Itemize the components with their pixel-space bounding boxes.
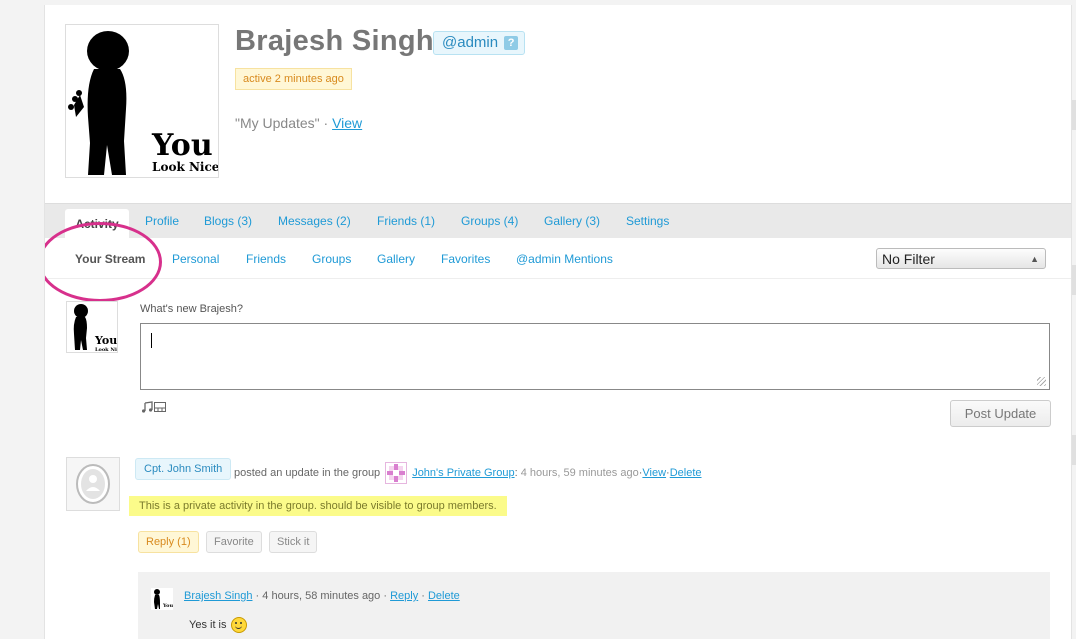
latest-update: "My Updates" · View <box>235 115 362 131</box>
view-updates-link[interactable]: View <box>332 115 362 131</box>
subtab-gallery[interactable]: Gallery <box>377 252 415 266</box>
john-smith-avatar[interactable] <box>66 457 120 511</box>
stick-it-button[interactable]: Stick it <box>269 531 318 553</box>
smiley-icon <box>230 617 247 633</box>
activity-filter-select[interactable]: No Filter ▲ <box>876 248 1046 269</box>
silhouette-thumb: You Look Nice <box>73 304 117 352</box>
video-icon[interactable] <box>154 401 166 413</box>
activity-content: This is a private activity in the group.… <box>129 496 507 516</box>
handle-text: @admin <box>442 34 499 51</box>
activity-user-link[interactable]: Cpt. John Smith <box>135 458 232 480</box>
reply-button[interactable]: Reply (1) <box>138 531 199 553</box>
group-avatar-icon[interactable] <box>385 462 408 484</box>
tab-settings[interactable]: Settings <box>626 214 669 228</box>
silhouette-image: You Look Nice <box>68 31 218 175</box>
filter-selected: No Filter <box>882 251 935 267</box>
profile-tabs: Activity Profile Blogs (3) Messages (2) … <box>45 203 1071 238</box>
svg-text:You: You <box>94 334 117 347</box>
svg-text:Look Nice: Look Nice <box>152 160 218 174</box>
favorite-button[interactable]: Favorite <box>206 531 262 553</box>
comment-item: You Brajesh Singh · 4 hours, 58 minutes … <box>138 572 1050 639</box>
poster-avatar[interactable]: You Look Nice <box>66 301 118 353</box>
svg-text:Look Nice: Look Nice <box>95 347 117 352</box>
profile-avatar[interactable]: You Look Nice <box>65 24 219 178</box>
default-avatar-icon <box>67 458 119 510</box>
comment-body: Yes it is <box>189 617 247 633</box>
group-link[interactable]: John's Private Group <box>412 467 514 479</box>
activity-action: posted an update in the group <box>234 467 381 479</box>
tab-profile[interactable]: Profile <box>145 214 179 228</box>
user-handle-badge: @admin ? <box>433 31 526 55</box>
activity-subnav: Your Stream Personal Friends Groups Gall… <box>45 222 1071 302</box>
comment-reply-link[interactable]: Reply <box>390 590 418 602</box>
music-icon[interactable] <box>141 401 153 413</box>
profile-page: You Look Nice Brajesh Singh @admin ? act… <box>44 5 1072 639</box>
tab-messages[interactable]: Messages (2) <box>278 214 351 228</box>
activity-meta: posted an update in the group John's Pri… <box>234 462 702 484</box>
whats-new-textarea[interactable] <box>140 323 1050 390</box>
tab-gallery[interactable]: Gallery (3) <box>544 214 600 228</box>
comment-delete-link[interactable]: Delete <box>428 590 460 602</box>
group-pattern-icon <box>387 464 406 482</box>
resize-grip-icon[interactable] <box>1037 377 1046 386</box>
help-icon[interactable]: ? <box>504 36 519 50</box>
activity-view-link[interactable]: View <box>642 467 666 479</box>
svg-text:You: You <box>151 128 213 163</box>
subtab-your-stream[interactable]: Your Stream <box>75 252 145 266</box>
activity-time: 4 hours, 59 minutes ago <box>520 467 639 479</box>
select-arrows-icon: ▲ <box>1030 254 1039 264</box>
svg-text:You: You <box>162 603 173 609</box>
comment-text: Yes it is <box>189 619 227 631</box>
comment-user-link[interactable]: Brajesh Singh <box>184 590 253 602</box>
subtab-favorites[interactable]: Favorites <box>441 252 490 266</box>
tab-friends[interactable]: Friends (1) <box>377 214 435 228</box>
comment-avatar[interactable]: You <box>151 588 173 610</box>
tab-blogs[interactable]: Blogs (3) <box>204 214 252 228</box>
media-attach-icons <box>141 401 166 413</box>
comment-meta: Brajesh Singh · 4 hours, 58 minutes ago … <box>184 590 460 602</box>
updates-text: "My Updates" · <box>235 115 333 131</box>
activity-status-badge: active 2 minutes ago <box>235 68 352 90</box>
comment-sep: · <box>418 590 428 602</box>
post-update-button[interactable]: Post Update <box>950 400 1051 427</box>
silhouette-mini: You <box>154 589 173 609</box>
subtab-personal[interactable]: Personal <box>172 252 219 266</box>
subtab-groups[interactable]: Groups <box>312 252 351 266</box>
subtab-mentions[interactable]: @admin Mentions <box>516 252 613 266</box>
whats-new-label: What's new Brajesh? <box>140 303 243 315</box>
activity-colon: : <box>514 467 518 479</box>
comment-time: · 4 hours, 58 minutes ago · <box>252 590 391 602</box>
text-caret <box>151 333 152 348</box>
tab-groups[interactable]: Groups (4) <box>461 214 518 228</box>
subtab-friends[interactable]: Friends <box>246 252 286 266</box>
profile-name: Brajesh Singh <box>235 25 434 57</box>
activity-delete-link[interactable]: Delete <box>670 467 702 479</box>
